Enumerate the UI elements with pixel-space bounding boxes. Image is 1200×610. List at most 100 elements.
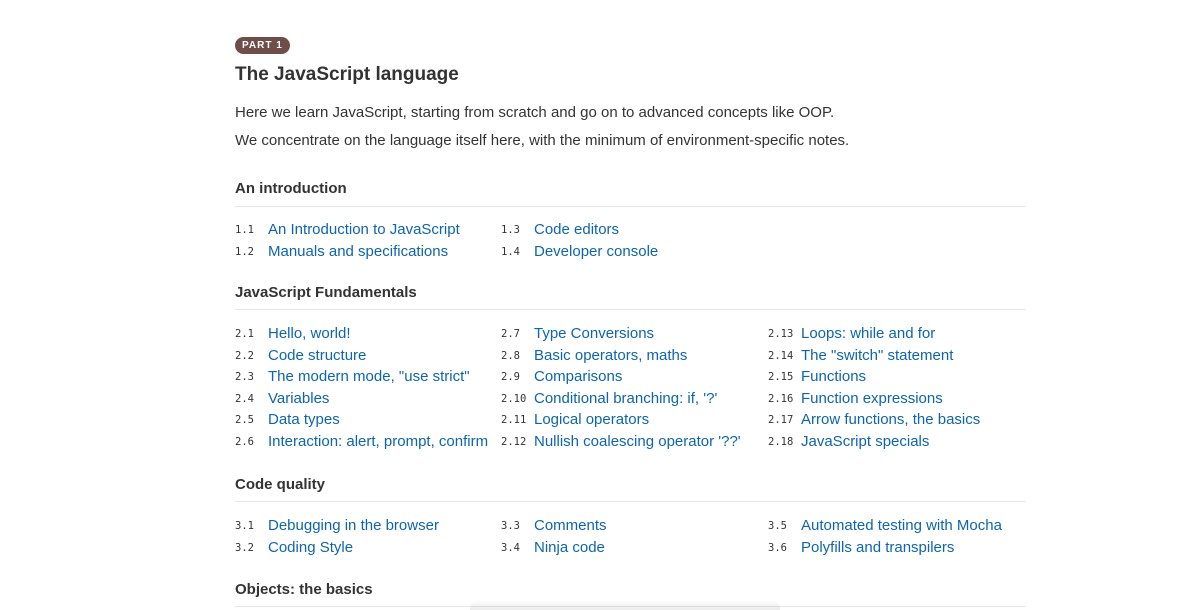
toc-item[interactable]: 2.9 Comparisons	[501, 368, 763, 390]
toc-link[interactable]: Coding Style	[268, 539, 353, 556]
toc-link[interactable]: Function expressions	[801, 390, 943, 407]
toc-link[interactable]: Comments	[534, 517, 607, 534]
item-number: 2.15	[768, 371, 794, 383]
toc-link[interactable]: Loops: while and for	[801, 325, 935, 342]
toc-link[interactable]: Developer console	[534, 243, 658, 260]
toc-link[interactable]: Code editors	[534, 221, 619, 238]
toc-link[interactable]: Data types	[268, 411, 340, 428]
toc-item[interactable]: 3.4 Ninja code	[501, 539, 763, 561]
toc-item[interactable]: 2.3 The modern mode, "use strict"	[235, 368, 497, 390]
toc-item[interactable]: 2.6 Interaction: alert, prompt, confirm	[235, 433, 497, 455]
item-number: 1.3	[501, 224, 520, 236]
toc-item[interactable]: 2.5 Data types	[235, 411, 497, 433]
item-number: 2.12	[501, 435, 527, 448]
toc-link[interactable]: Functions	[801, 368, 866, 385]
intro-line-1: Here we learn JavaScript, starting from …	[235, 104, 835, 121]
toc-item[interactable]: 3.2 Coding Style	[235, 539, 497, 561]
part-badge: PART 1	[235, 37, 290, 54]
toc-link[interactable]: Polyfills and transpilers	[801, 539, 954, 556]
item-number: 2.10	[501, 392, 527, 405]
toc-item[interactable]: 2.14 The "switch" statement	[768, 347, 1028, 369]
section-divider	[235, 501, 1026, 502]
toc-item[interactable]: 2.15 Functions	[768, 368, 1028, 390]
toc-link[interactable]: An Introduction to JavaScript	[268, 221, 460, 238]
toc-link[interactable]: Arrow functions, the basics	[801, 411, 980, 428]
item-number: 1.2	[235, 245, 254, 258]
item-number: 3.5	[768, 520, 787, 532]
toc-link[interactable]: Hello, world!	[268, 325, 351, 342]
item-number: 2.16	[768, 392, 794, 405]
toc-item[interactable]: 2.11 Logical operators	[501, 411, 763, 433]
section-title-fundamentals: JavaScript Fundamentals	[235, 284, 417, 301]
toc-item[interactable]: 2.10 Conditional branching: if, '?'	[501, 390, 763, 412]
section-title-introduction: An introduction	[235, 180, 347, 197]
item-number: 3.3	[501, 520, 520, 532]
toc-item[interactable]: 2.8 Basic operators, maths	[501, 347, 763, 369]
toc-column: 3.3 Comments 3.4 Ninja code	[501, 517, 763, 560]
item-number: 1.1	[235, 224, 254, 236]
section-title-objects: Objects: the basics	[235, 581, 373, 598]
item-number: 2.1	[235, 328, 254, 340]
section-divider	[235, 206, 1026, 207]
item-number: 2.17	[768, 414, 794, 426]
item-number: 3.1	[235, 520, 254, 532]
item-number: 2.11	[501, 414, 527, 426]
floating-panel-shadow	[470, 600, 780, 610]
toc-item[interactable]: 2.4 Variables	[235, 390, 497, 412]
toc-link[interactable]: Variables	[268, 390, 329, 407]
toc-column: 2.13 Loops: while and for 2.14 The "switch…	[768, 325, 1028, 454]
section-title-code-quality: Code quality	[235, 476, 326, 493]
intro-line-2: We concentrate on the language itself he…	[235, 132, 850, 149]
toc-link[interactable]: Code structure	[268, 347, 366, 364]
toc-link[interactable]: Automated testing with Mocha	[801, 517, 1002, 534]
toc-item[interactable]: 3.6 Polyfills and transpilers	[768, 539, 1028, 561]
item-number: 2.6	[235, 435, 254, 448]
toc-column: 1.3 Code editors 1.4 Developer console	[501, 221, 761, 264]
toc-link[interactable]: Nullish coalescing operator '??'	[534, 433, 741, 450]
toc-link[interactable]: Logical operators	[534, 411, 649, 428]
toc-column: 3.1 Debugging in the browser 3.2 Coding St…	[235, 517, 497, 560]
item-number: 2.3	[235, 371, 254, 383]
toc-item[interactable]: 1.1 An Introduction to JavaScript	[235, 221, 495, 243]
item-number: 2.4	[235, 392, 254, 405]
tutorial-page: PART 1 The JavaScript language Here we l…	[0, 0, 1200, 610]
item-number: 1.4	[501, 245, 520, 258]
toc-link[interactable]: Ninja code	[534, 539, 605, 556]
item-number: 2.5	[235, 414, 254, 426]
item-number: 2.7	[501, 328, 520, 340]
toc-item[interactable]: 2.13 Loops: while and for	[768, 325, 1028, 347]
toc-link[interactable]: The modern mode, "use strict"	[268, 368, 470, 385]
toc-item[interactable]: 2.17 Arrow functions, the basics	[768, 411, 1028, 433]
toc-item[interactable]: 2.7 Type Conversions	[501, 325, 763, 347]
section-divider	[235, 309, 1026, 310]
item-number: 3.6	[768, 541, 787, 554]
toc-item[interactable]: 1.2 Manuals and specifications	[235, 243, 495, 265]
toc-link[interactable]: Manuals and specifications	[268, 243, 448, 260]
toc-item[interactable]: 1.3 Code editors	[501, 221, 761, 243]
toc-link[interactable]: Comparisons	[534, 368, 622, 385]
toc-item[interactable]: 3.5 Automated testing with Mocha	[768, 517, 1028, 539]
page-title: The JavaScript language	[235, 64, 459, 85]
toc-link[interactable]: Debugging in the browser	[268, 517, 439, 534]
toc-item[interactable]: 2.18 JavaScript specials	[768, 433, 1028, 455]
toc-link[interactable]: JavaScript specials	[801, 433, 929, 450]
toc-item[interactable]: 2.16 Function expressions	[768, 390, 1028, 412]
toc-item[interactable]: 2.1 Hello, world!	[235, 325, 497, 347]
toc-link[interactable]: Conditional branching: if, '?'	[534, 390, 717, 407]
toc-link[interactable]: The "switch" statement	[801, 347, 953, 364]
toc-link[interactable]: Basic operators, maths	[534, 347, 687, 364]
toc-item[interactable]: 1.4 Developer console	[501, 243, 761, 265]
toc-item[interactable]: 2.2 Code structure	[235, 347, 497, 369]
item-number: 2.2	[235, 349, 254, 362]
item-number: 2.18	[768, 435, 794, 448]
item-number: 3.4	[501, 541, 520, 554]
toc-link[interactable]: Type Conversions	[534, 325, 654, 342]
toc-link[interactable]: Interaction: alert, prompt, confirm	[268, 433, 488, 450]
toc-item[interactable]: 3.3 Comments	[501, 517, 763, 539]
toc-column: 2.7 Type Conversions 2.8 Basic operators, …	[501, 325, 763, 454]
item-number: 2.14	[768, 349, 794, 362]
toc-item[interactable]: 3.1 Debugging in the browser	[235, 517, 497, 539]
toc-column: 3.5 Automated testing with Mocha 3.6 Polyf…	[768, 517, 1028, 560]
toc-item[interactable]: 2.12 Nullish coalescing operator '??'	[501, 433, 763, 455]
item-number: 3.2	[235, 541, 254, 554]
